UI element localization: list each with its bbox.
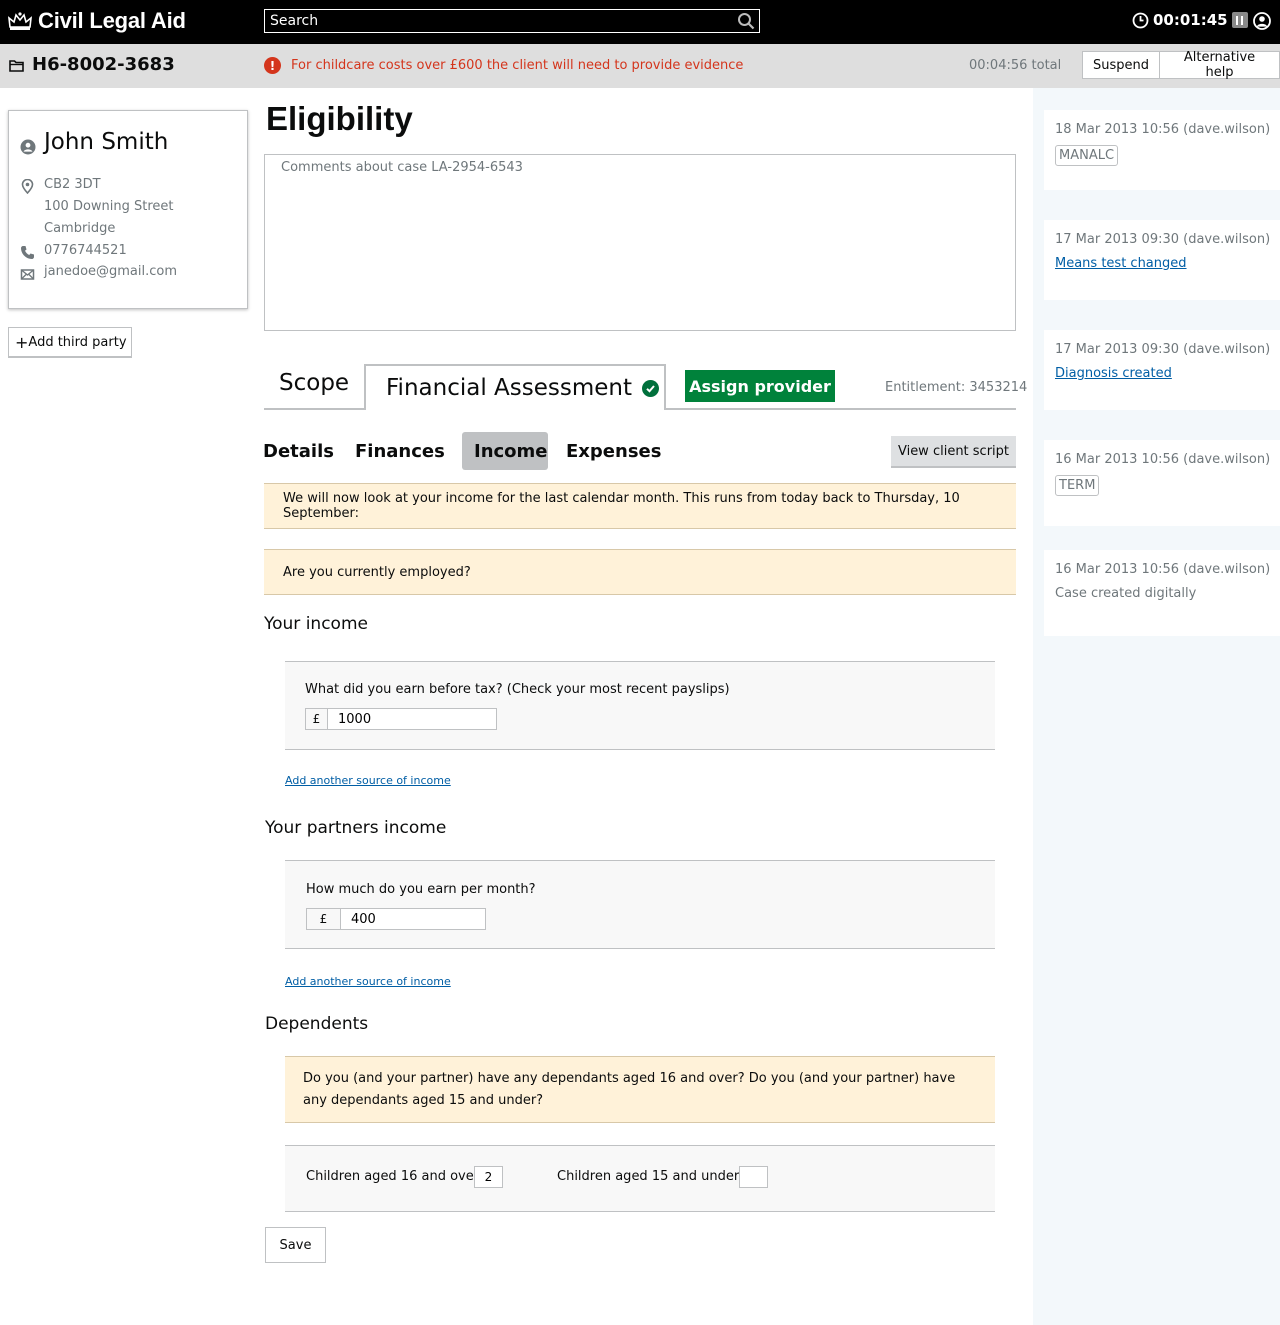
plus-icon: + (15, 332, 29, 352)
children-over-16-input[interactable] (474, 1166, 503, 1188)
tab-scope[interactable]: Scope (279, 370, 349, 396)
person-icon (20, 139, 36, 155)
subnav-finances[interactable]: Finances (355, 432, 445, 470)
comments-field[interactable] (264, 154, 1016, 331)
employed-question: Are you currently employed? (264, 549, 1016, 595)
entitlement: Entitlement: 3453214 (885, 380, 1028, 395)
crown-icon (8, 12, 32, 30)
your-income-heading: Your income (264, 614, 368, 634)
partner-income-question: How much do you earn per month? (306, 882, 536, 897)
folder-icon (9, 59, 24, 72)
subnav-income[interactable]: Income (462, 432, 548, 470)
tab-financial-assessment[interactable]: Financial Assessment (364, 364, 666, 410)
page-title: Eligibility (266, 100, 413, 137)
email-icon (20, 269, 35, 280)
client-name: John Smith (44, 129, 169, 155)
case-timer: 00:01:45 (1132, 11, 1248, 29)
event-text: Case created digitally (1055, 586, 1197, 601)
user-icon[interactable] (1253, 12, 1271, 30)
children-under-15-label: Children aged 15 and under (557, 1169, 740, 1184)
tab-financial-assessment-label: Financial Assessment (386, 375, 632, 401)
your-income-question: What did you earn before tax? (Check you… (305, 682, 730, 697)
case-ref-text: H6-8002-3683 (32, 54, 175, 75)
add-third-party-label: Add third party (28, 334, 127, 350)
pound-icon: £ (306, 709, 328, 729)
alert-text: For childcare costs over £600 the client… (291, 58, 744, 73)
case-timeline: 18 Mar 2013 10:56 (dave.wilson) MANALC 1… (1033, 88, 1280, 1325)
search-box[interactable] (264, 9, 760, 33)
event-meta: 17 Mar 2013 09:30 (dave.wilson) (1055, 342, 1271, 357)
partner-income-panel: How much do you earn per month? £ (285, 860, 995, 949)
event-link[interactable]: Diagnosis created (1055, 366, 1172, 381)
case-actions: Suspend Alternative help (1082, 50, 1280, 80)
event-meta: 16 Mar 2013 10:56 (dave.wilson) (1055, 452, 1271, 467)
client-card[interactable]: John Smith CB2 3DT 100 Downing Street Ca… (8, 110, 248, 309)
top-bar: Civil Legal Aid 00:01:45 (0, 0, 1280, 44)
children-under-15-input[interactable] (739, 1166, 768, 1188)
case-reference: H6-8002-3683 (9, 54, 175, 75)
your-income-panel: What did you earn before tax? (Check you… (285, 661, 995, 750)
evidence-alert: ! For childcare costs over £600 the clie… (264, 57, 743, 74)
subnav-expenses[interactable]: Expenses (566, 432, 661, 470)
client-postcode: CB2 3DT (44, 177, 101, 192)
phone-icon (21, 246, 34, 259)
event-tag: MANALC (1055, 145, 1119, 166)
check-icon (642, 379, 659, 397)
client-street: 100 Downing Street (44, 199, 174, 214)
total-time: 00:04:56 total (969, 58, 1062, 73)
your-income-input[interactable] (328, 709, 496, 729)
timer-value: 00:01:45 (1153, 11, 1228, 29)
location-icon (21, 179, 34, 194)
search-icon[interactable] (737, 12, 755, 30)
timeline-event: 16 Mar 2013 10:56 (dave.wilson) Case cre… (1044, 550, 1280, 636)
pound-icon: £ (307, 909, 341, 929)
event-tag: TERM (1055, 475, 1100, 496)
income-intro-notice: We will now look at your income for the … (264, 483, 1016, 529)
suspend-button[interactable]: Suspend (1082, 51, 1161, 79)
timeline-event: 17 Mar 2013 09:30 (dave.wilson) Diagnosi… (1044, 330, 1280, 410)
pause-button[interactable] (1231, 12, 1248, 28)
partner-income-input[interactable] (341, 909, 485, 929)
children-over-16-label: Children aged 16 and over (306, 1169, 480, 1184)
case-bar: H6-8002-3683 ! For childcare costs over … (0, 44, 1280, 88)
alert-icon: ! (264, 57, 281, 74)
dependents-panel: Children aged 16 and over Children aged … (285, 1145, 995, 1212)
event-link[interactable]: Means test changed (1055, 256, 1187, 271)
alternative-help-button[interactable]: Alternative help (1160, 50, 1280, 80)
client-phone: 0776744521 (44, 243, 127, 258)
dependents-question: Do you (and your partner) have any depen… (285, 1056, 995, 1123)
subnav-details[interactable]: Details (263, 432, 334, 470)
add-third-party-button[interactable]: + Add third party (8, 327, 132, 357)
your-income-field[interactable]: £ (305, 708, 497, 730)
event-meta: 18 Mar 2013 10:56 (dave.wilson) (1055, 122, 1271, 137)
event-meta: 16 Mar 2013 10:56 (dave.wilson) (1055, 562, 1271, 577)
search-input[interactable] (265, 10, 759, 32)
partner-income-field[interactable]: £ (306, 908, 486, 930)
save-button[interactable]: Save (265, 1227, 326, 1263)
app-name: Civil Legal Aid (38, 8, 186, 33)
brand[interactable]: Civil Legal Aid (8, 6, 186, 36)
clock-icon (1132, 12, 1149, 28)
partner-income-heading: Your partners income (265, 818, 447, 838)
add-partner-income-source-link[interactable]: Add another source of income (285, 975, 451, 988)
timeline-event: 17 Mar 2013 09:30 (dave.wilson) Means te… (1044, 220, 1280, 300)
assign-provider-button[interactable]: Assign provider (685, 370, 835, 402)
view-client-script-button[interactable]: View client script (891, 436, 1016, 466)
add-income-source-link[interactable]: Add another source of income (285, 774, 451, 787)
event-meta: 17 Mar 2013 09:30 (dave.wilson) (1055, 232, 1271, 247)
dependents-heading: Dependents (265, 1014, 369, 1034)
timeline-event: 16 Mar 2013 10:56 (dave.wilson) TERM (1044, 440, 1280, 526)
client-email: janedoe@gmail.com (44, 264, 178, 279)
client-city: Cambridge (44, 221, 116, 236)
timeline-event: 18 Mar 2013 10:56 (dave.wilson) MANALC (1044, 110, 1280, 190)
